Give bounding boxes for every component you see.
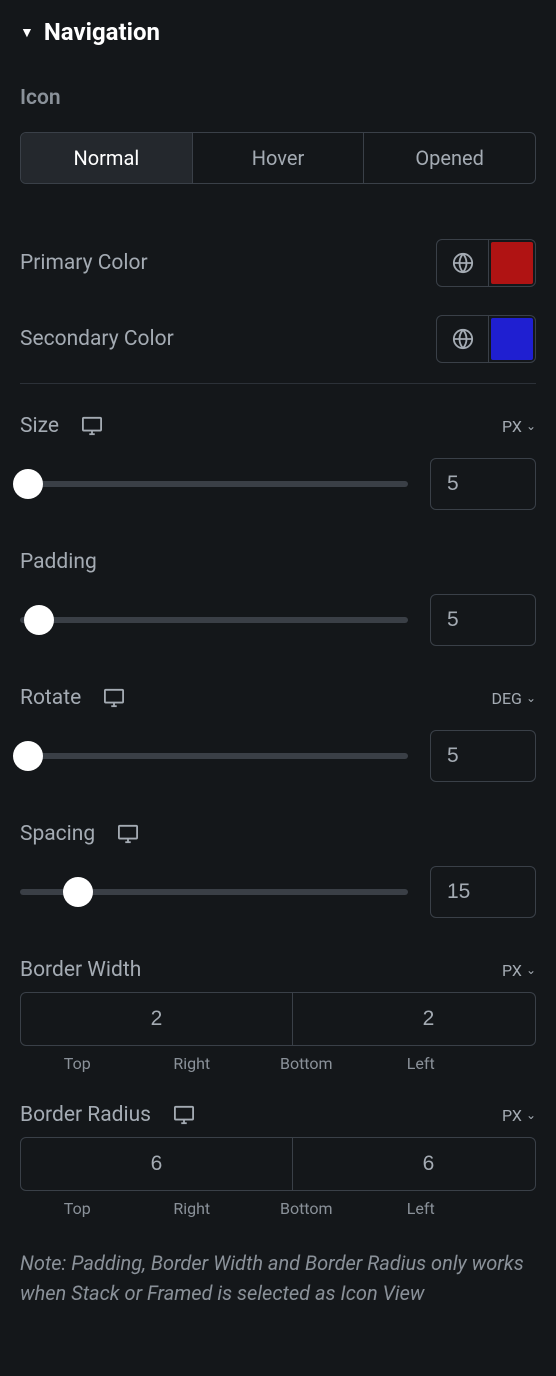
size-unit-value: PX (502, 417, 522, 436)
primary-color-row: Primary Color (20, 239, 536, 287)
rotate-header: Rotate DEG ⌄ (20, 686, 536, 710)
caret-down-icon: ▼ (20, 24, 34, 41)
primary-color-global-button[interactable] (437, 240, 489, 286)
padding-label: Padding (20, 550, 97, 574)
border-radius-unit-value: PX (502, 1106, 522, 1125)
tab-opened[interactable]: Opened (363, 133, 535, 183)
chevron-down-icon: ⌄ (526, 419, 536, 433)
dim-label-bottom: Bottom (249, 1054, 364, 1073)
size-label: Size (20, 414, 59, 438)
padding-slider-thumb[interactable] (24, 605, 54, 635)
chevron-down-icon: ⌄ (526, 691, 536, 705)
spacing-input[interactable] (430, 866, 536, 918)
rotate-slider[interactable] (20, 753, 408, 759)
dim-label-bottom: Bottom (249, 1199, 364, 1218)
spacing-header: Spacing (20, 822, 536, 846)
border-radius-inputs (20, 1137, 536, 1191)
divider (20, 383, 536, 384)
primary-color-controls (436, 239, 536, 287)
tab-hover[interactable]: Hover (192, 133, 364, 183)
border-radius-header: Border Radius PX ⌄ (20, 1103, 536, 1127)
rotate-unit-select[interactable]: DEG ⌄ (491, 689, 536, 708)
panel-title: Navigation (44, 18, 160, 46)
spacing-slider[interactable] (20, 889, 408, 895)
border-radius-unit-select[interactable]: PX ⌄ (502, 1106, 536, 1125)
padding-slider[interactable] (20, 617, 408, 623)
panel-header[interactable]: ▼ Navigation (20, 18, 536, 46)
dim-label-top: Top (20, 1054, 135, 1073)
border-radius-right-input[interactable] (293, 1138, 536, 1190)
padding-header: Padding (20, 550, 536, 574)
border-width-dim-labels: Top Right Bottom Left (20, 1054, 536, 1073)
secondary-color-controls (436, 315, 536, 363)
monitor-icon[interactable] (173, 1105, 195, 1125)
rotate-slider-thumb[interactable] (13, 741, 43, 771)
border-width-top-input[interactable] (21, 993, 293, 1045)
rotate-label: Rotate (20, 686, 81, 710)
secondary-color-swatch[interactable] (491, 318, 533, 360)
dim-label-top: Top (20, 1199, 135, 1218)
monitor-icon[interactable] (81, 416, 103, 436)
dim-label-left: Left (364, 1054, 479, 1073)
icon-section-label: Icon (20, 86, 536, 110)
dim-label-right: Right (135, 1054, 250, 1073)
border-radius-label: Border Radius (20, 1103, 151, 1127)
border-width-unit-value: PX (502, 961, 522, 980)
rotate-input[interactable] (430, 730, 536, 782)
globe-icon (452, 328, 474, 350)
spacing-label: Spacing (20, 822, 95, 846)
secondary-color-label: Secondary Color (20, 327, 174, 351)
size-slider[interactable] (20, 481, 408, 487)
chevron-down-icon: ⌄ (526, 1108, 536, 1122)
rotate-slider-row (20, 730, 536, 782)
monitor-icon[interactable] (103, 688, 125, 708)
border-radius-top-input[interactable] (21, 1138, 293, 1190)
border-width-inputs (20, 992, 536, 1046)
monitor-icon[interactable] (117, 824, 139, 844)
globe-icon (452, 252, 474, 274)
border-width-unit-select[interactable]: PX ⌄ (502, 961, 536, 980)
dim-label-left: Left (364, 1199, 479, 1218)
secondary-color-row: Secondary Color (20, 315, 536, 363)
size-unit-select[interactable]: PX ⌄ (502, 417, 536, 436)
size-slider-row (20, 458, 536, 510)
rotate-unit-value: DEG (491, 689, 522, 708)
size-input[interactable] (430, 458, 536, 510)
spacing-slider-thumb[interactable] (63, 877, 93, 907)
spacing-slider-row (20, 866, 536, 918)
border-width-header: Border Width PX ⌄ (20, 958, 536, 982)
primary-color-swatch[interactable] (491, 242, 533, 284)
secondary-color-global-button[interactable] (437, 316, 489, 362)
padding-input[interactable] (430, 594, 536, 646)
state-tabs: Normal Hover Opened (20, 132, 536, 184)
border-radius-dim-labels: Top Right Bottom Left (20, 1199, 536, 1218)
padding-slider-row (20, 594, 536, 646)
note: Note: Padding, Border Width and Border R… (20, 1248, 536, 1308)
dim-label-right: Right (135, 1199, 250, 1218)
chevron-down-icon: ⌄ (526, 963, 536, 977)
border-width-right-input[interactable] (293, 993, 536, 1045)
primary-color-label: Primary Color (20, 251, 148, 275)
tab-normal[interactable]: Normal (21, 133, 192, 183)
border-width-label: Border Width (20, 958, 141, 982)
size-slider-thumb[interactable] (13, 469, 43, 499)
size-header: Size PX ⌄ (20, 414, 536, 438)
